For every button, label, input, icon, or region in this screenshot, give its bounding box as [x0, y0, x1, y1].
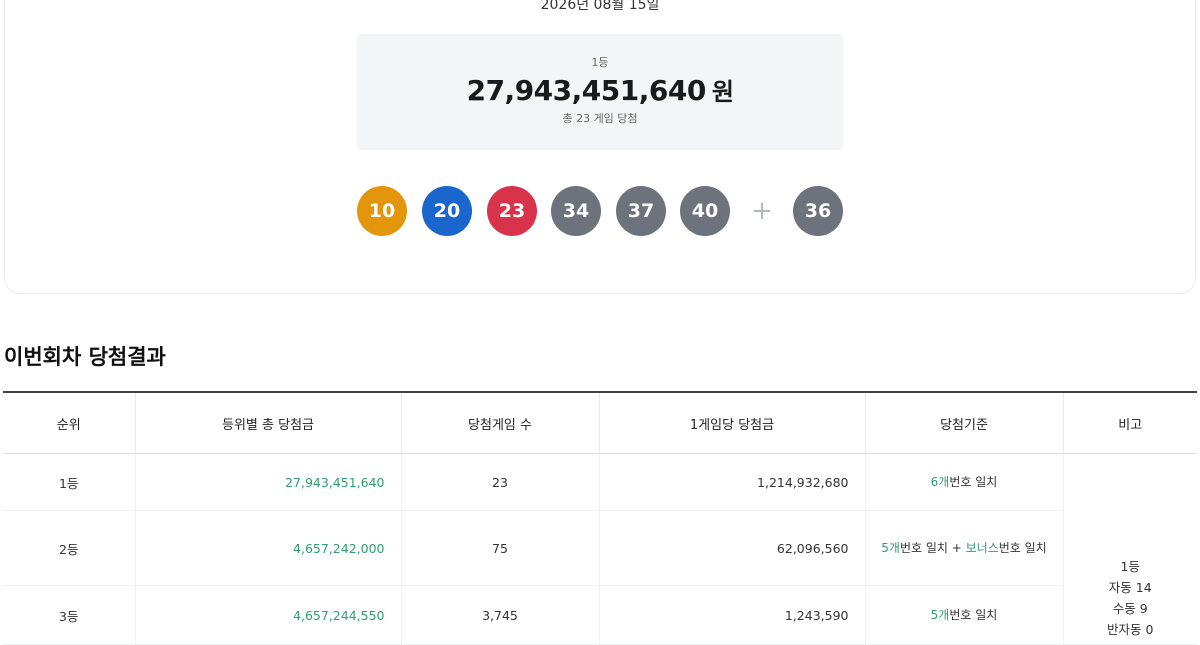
- rank-cell: 3등: [3, 585, 136, 645]
- first-prize-amount: 27,943,451,640: [466, 74, 707, 107]
- table-row: 3등 4,657,244,550 3,745 1,243,590 5개번호 일치: [3, 585, 1197, 645]
- criteria-text: 번호 일치: [949, 608, 998, 622]
- header-winning-games: 당첨게임 수: [401, 392, 600, 454]
- total-prize-cell: 4,657,242,000: [135, 510, 402, 586]
- table-row: 2등 4,657,242,000 75 62,096,560 5개번호 일치 +…: [3, 510, 1197, 586]
- header-rank: 순위: [3, 392, 136, 454]
- winning-ball: 40: [680, 186, 730, 236]
- rank-cell: 1등: [3, 453, 136, 511]
- match-count: 6개: [930, 475, 950, 489]
- note-auto: 자동 14: [1108, 580, 1152, 595]
- bonus-criteria-text: 번호 일치: [998, 541, 1047, 555]
- header-prize-per-game: 1게임당 당첨금: [599, 392, 866, 454]
- prize-per-game-cell: 1,243,590: [599, 585, 866, 645]
- winning-ball: 23: [487, 186, 537, 236]
- total-prize-cell: 27,943,451,640: [135, 453, 402, 511]
- match-count: 5개: [881, 541, 900, 555]
- table-row: 1등 27,943,451,640 23 1,214,932,680 6개번호 …: [3, 453, 1197, 645]
- note-cell: 1등 자동 14 수동 9 반자동 0: [1063, 453, 1197, 645]
- criteria-plus: +: [947, 541, 966, 555]
- draw-date: 2026년 08월 15일: [540, 0, 660, 13]
- table-header-row: 순위 등위별 총 당첨금 당첨게임 수 1게임당 당첨금 당첨기준 비고: [3, 392, 1197, 454]
- total-prize-cell: 4,657,244,550: [135, 585, 402, 645]
- criteria-text: 번호 일치: [949, 475, 998, 489]
- winning-games-cell: 75: [401, 510, 600, 586]
- first-prize-unit: 원: [711, 78, 734, 106]
- bonus-label: 보너스: [965, 541, 999, 555]
- note-manual: 수동 9: [1112, 601, 1148, 616]
- results-section-title: 이번회차 당첨결과: [4, 345, 166, 369]
- winning-ball: 20: [422, 186, 472, 236]
- rank-cell: 2등: [3, 510, 136, 586]
- match-count: 5개: [930, 608, 950, 622]
- criteria-text: 번호 일치: [899, 541, 948, 555]
- note-rank: 1등: [1120, 559, 1140, 574]
- winning-ball: 10: [357, 186, 407, 236]
- prize-per-game-cell: 62,096,560: [599, 510, 866, 586]
- winning-ball: 37: [616, 186, 666, 236]
- criteria-cell: 6개번호 일치: [865, 453, 1064, 511]
- criteria-cell: 5개번호 일치: [865, 585, 1064, 645]
- first-prize-winners: 총 23 게임 당첨: [562, 112, 638, 125]
- criteria-cell: 5개번호 일치 + 보너스번호 일치: [865, 510, 1064, 586]
- prize-per-game-cell: 1,214,932,680: [599, 453, 866, 511]
- first-prize-box: 1등 27,943,451,640 원 총 23 게임 당첨: [357, 34, 843, 150]
- winning-games-cell: 3,745: [401, 585, 600, 645]
- header-criteria: 당첨기준: [865, 392, 1064, 454]
- header-note: 비고: [1063, 392, 1197, 454]
- first-prize-amount-row: 27,943,451,640 원: [357, 72, 843, 107]
- first-prize-rank: 1등: [591, 56, 609, 69]
- plus-icon: +: [751, 196, 773, 226]
- bonus-ball: 36: [793, 186, 843, 236]
- results-table: 순위 등위별 총 당첨금 당첨게임 수 1게임당 당첨금 당첨기준 비고 1등 …: [3, 391, 1197, 645]
- winning-games-cell: 23: [401, 453, 600, 511]
- header-total-prize: 등위별 총 당첨금: [135, 392, 402, 454]
- winning-ball: 34: [551, 186, 601, 236]
